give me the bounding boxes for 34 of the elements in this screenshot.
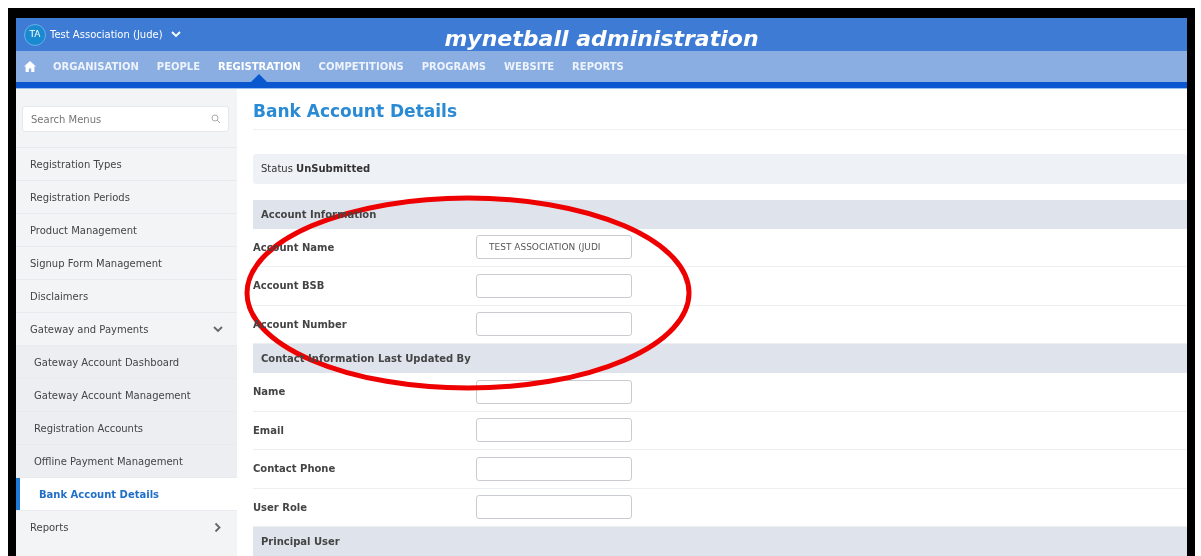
field-label: Account BSB	[253, 280, 325, 292]
sidebar-item[interactable]: Offline Payment Management	[16, 444, 237, 477]
home-icon[interactable]	[24, 61, 36, 73]
sidebar-item[interactable]: Product Management	[16, 213, 237, 246]
field-label: Email	[253, 424, 284, 436]
page-title: Bank Account Details	[253, 99, 1187, 130]
section-heading: Principal User	[261, 535, 340, 549]
input-field[interactable]	[476, 456, 632, 481]
field-label: User Role	[253, 501, 308, 513]
input-field[interactable]	[476, 273, 632, 298]
sidebar-item[interactable]: Reports	[16, 510, 237, 543]
sidebar-item[interactable]: Signup Form Management	[16, 246, 237, 279]
sidebar-item[interactable]: Registration Accounts	[16, 411, 237, 444]
search-field[interactable]: Search Menus	[22, 106, 229, 132]
field-label: Contact Phone	[253, 463, 336, 475]
avatar: TA	[24, 23, 46, 46]
field-label: Name	[253, 386, 286, 398]
sidebar-item[interactable]: Registration Types	[16, 147, 237, 180]
sidebar-item[interactable]: Bank Account Details	[16, 477, 237, 510]
input-field[interactable]	[476, 312, 632, 337]
org-switcher[interactable]: TA Test Association (Jude)	[24, 23, 181, 46]
chevron-down-icon	[213, 325, 223, 333]
chevron-down-icon	[170, 31, 181, 39]
input-field[interactable]	[476, 495, 632, 520]
input-field[interactable]	[476, 418, 632, 443]
input-field[interactable]: TEST ASSOCIATION (JUDI	[476, 235, 632, 260]
sidebar-item[interactable]: Gateway Account Management	[16, 378, 237, 411]
sidebar-item[interactable]: Gateway Account Dashboard	[16, 345, 237, 378]
sidebar-item[interactable]: Registration Periods	[16, 180, 237, 213]
sidebar-item[interactable]: Disclaimers	[16, 279, 237, 312]
app-title: mynetball administration	[444, 25, 759, 53]
status-text: Status UnSubmitted	[261, 162, 371, 176]
chevron-right-icon	[214, 522, 222, 532]
search-icon	[211, 114, 221, 124]
